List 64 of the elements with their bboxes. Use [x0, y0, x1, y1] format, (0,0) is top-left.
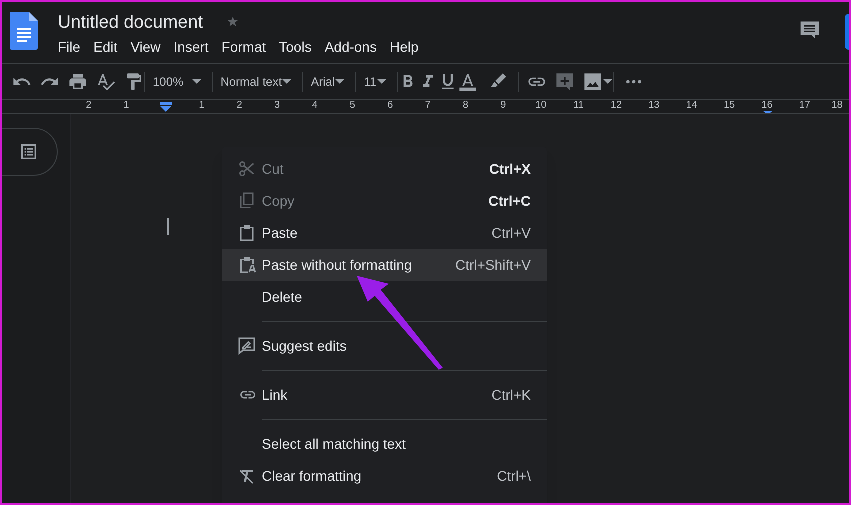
menu-item[interactable]: View: [130, 37, 161, 58]
scissors-icon: [238, 160, 256, 178]
caret-icon: [376, 78, 387, 84]
caret-icon: [602, 78, 613, 84]
zoom-dropdown[interactable]: 100%: [153, 72, 184, 90]
ruler-number: 13: [648, 100, 660, 111]
ruler-number: 16: [762, 100, 773, 111]
menu-item[interactable]: File: [58, 37, 81, 58]
menu-option[interactable]: Clear formatting Ctrl+\: [222, 460, 547, 492]
ruler-number: 18: [832, 100, 843, 113]
ruler-number: 6: [388, 100, 394, 111]
button[interactable]: [845, 14, 849, 50]
menu-option[interactable]: Suggest edits: [222, 330, 547, 362]
outline-button[interactable]: [2, 128, 58, 176]
caret-icon: [335, 78, 346, 84]
add-comment-icon[interactable]: [554, 72, 575, 92]
caret-icon: [282, 78, 292, 84]
ruler-number: 1: [199, 100, 205, 111]
ruler-number: 5: [350, 100, 356, 111]
ruler-number: 10: [536, 100, 547, 111]
star-icon: [227, 16, 240, 28]
menu-option[interactable]: Select all matching text: [222, 428, 547, 460]
text-color-icon[interactable]: [458, 72, 478, 92]
ruler-number: 3: [274, 100, 280, 111]
copy-icon: [238, 192, 256, 210]
ruler-number: 12: [610, 100, 622, 111]
clear-format-icon: [238, 467, 256, 485]
ruler-number: 4: [312, 100, 318, 111]
menu-item[interactable]: Format: [222, 37, 266, 58]
ruler-number: 14: [686, 100, 698, 111]
caret-icon: [192, 78, 202, 84]
comment-icon[interactable]: [799, 19, 821, 41]
ruler-number: 2: [86, 100, 92, 111]
ruler-number: 7: [425, 100, 431, 111]
left-indent-marker-icon[interactable]: [160, 102, 172, 112]
menu-option[interactable]: Delete: [222, 281, 547, 313]
menu-item[interactable]: Help: [390, 37, 419, 58]
ruler-number: 17: [799, 100, 810, 111]
suggest-edit-icon: [238, 337, 256, 355]
font-size-dropdown[interactable]: 11: [364, 72, 377, 90]
clipboard-text-icon: [238, 256, 258, 274]
document-title[interactable]: Untitled document: [58, 8, 204, 36]
menu-option[interactable]: Link Ctrl+K: [222, 379, 547, 411]
menu-option[interactable]: Paste without formatting Ctrl+Shift+V: [222, 249, 547, 281]
menu-item[interactable]: Add-ons: [324, 37, 377, 58]
menu-item[interactable]: Insert: [174, 37, 209, 58]
ruler-number: 9: [500, 100, 506, 111]
ruler-number: 8: [462, 100, 468, 111]
ruler-number: 2: [236, 100, 242, 111]
style-dropdown[interactable]: Normal text: [220, 72, 282, 90]
image-icon[interactable]: [582, 72, 603, 92]
ruler-number: 11: [574, 100, 584, 111]
print-icon[interactable]: [68, 72, 88, 92]
menu-option[interactable]: Paste Ctrl+V: [222, 217, 547, 249]
ruler-number: 1: [124, 100, 130, 111]
menu-item[interactable]: Tools: [279, 37, 312, 58]
font-dropdown[interactable]: Arial: [311, 72, 336, 90]
document-icon[interactable]: [10, 12, 38, 50]
text-cursor: [167, 218, 169, 235]
ruler-number: 15: [724, 100, 736, 111]
menu-item[interactable]: Edit: [94, 37, 118, 58]
spellcheck-icon[interactable]: [96, 72, 116, 92]
list-icon: [19, 142, 39, 162]
clipboard-icon: [238, 224, 256, 242]
